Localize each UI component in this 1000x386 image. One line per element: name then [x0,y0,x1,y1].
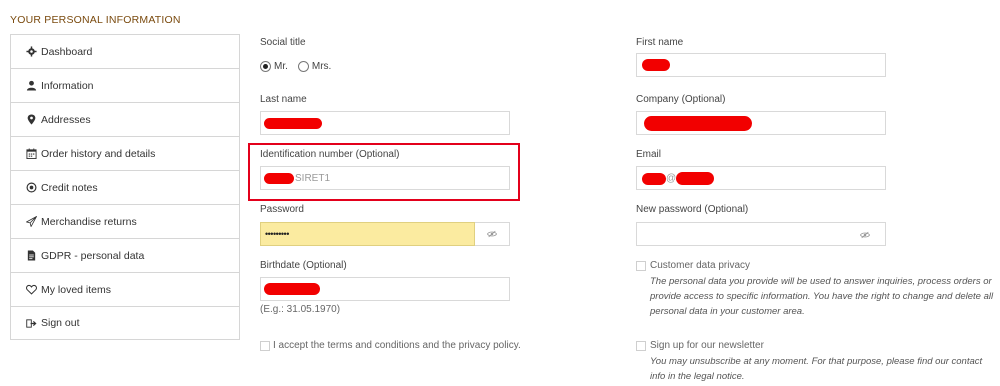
newsletter-checkbox[interactable] [636,341,646,351]
email-label: Email [636,149,662,160]
password-input[interactable]: ••••••••• [260,222,475,246]
redaction-mark [264,283,320,295]
radio-mrs[interactable] [297,61,309,72]
redaction-mark [676,172,714,185]
show-new-password-button[interactable] [859,230,871,242]
show-password-button[interactable] [475,222,510,246]
sidebar-item-order-history[interactable]: Order history and details [10,136,240,170]
customer-privacy-text: The personal data you provide will be us… [650,276,994,317]
password-label: Password [260,204,304,215]
birthdate-label: Birthdate (Optional) [260,260,347,271]
radio-mr-label: Mr. [274,61,288,72]
social-title-radio-group: Mr. Mrs. [260,61,331,72]
new-password-label: New password (Optional) [636,204,749,215]
heart-icon [25,284,37,296]
customer-privacy-label: Customer data privacy [650,260,751,271]
first-name-input[interactable] [636,53,886,77]
newsletter-text: You may unsubscribe at any moment. For t… [650,356,983,382]
sidebar-item-gdpr[interactable]: GDPR - personal data [10,238,240,272]
sidebar-item-label: My loved items [41,283,112,296]
sidebar-item-label: Credit notes [41,181,98,194]
user-icon [25,80,37,92]
social-title-label: Social title [260,37,306,48]
redaction-mark [264,118,322,129]
sidebar-item-loved-items[interactable]: My loved items [10,272,240,306]
radio-mr[interactable] [260,61,271,72]
sidebar-item-label: Merchandise returns [41,215,137,228]
radio-mrs-label: Mrs. [311,61,332,72]
redaction-mark [642,59,670,71]
page-title: YOUR PERSONAL INFORMATION [10,14,181,26]
sign-out-icon [25,317,37,329]
eye-slash-icon [487,230,497,238]
highlight-box [248,143,520,201]
terms-checkbox[interactable] [260,341,270,351]
calendar-icon [25,148,37,160]
sidebar-item-label: Information [41,79,94,92]
email-visible-value: @ [666,173,677,184]
sidebar-item-label: Dashboard [41,45,93,58]
sidebar-item-label: Order history and details [41,147,156,160]
terms-label: I accept the terms and conditions and th… [273,340,521,351]
first-name-label: First name [636,37,684,48]
gear-icon [25,46,37,58]
sidebar-item-credit-notes[interactable]: Credit notes [10,170,240,204]
eye-slash-icon [859,231,871,239]
sidebar-item-sign-out[interactable]: Sign out [10,306,240,340]
redaction-mark [642,173,666,185]
sidebar-item-merchandise-returns[interactable]: Merchandise returns [10,204,240,238]
birthdate-hint: (E.g.: 31.05.1970) [260,304,341,315]
circle-dot-icon [25,182,37,194]
company-label: Company (Optional) [636,94,726,105]
customer-privacy-checkbox[interactable] [636,261,646,271]
sidebar-item-information[interactable]: Information [10,68,240,102]
sidebar-item-label: Sign out [41,317,80,329]
redaction-mark [644,116,752,131]
newsletter-label: Sign up for our newsletter [650,340,764,351]
last-name-label: Last name [260,94,307,105]
sidebar-item-label: Addresses [41,113,91,126]
sidebar-item-addresses[interactable]: Addresses [10,102,240,136]
sidebar-item-dashboard[interactable]: Dashboard [10,34,240,68]
send-icon [25,216,37,228]
sidebar-item-label: GDPR - personal data [41,249,145,262]
map-pin-icon [25,114,37,126]
account-sidebar: Dashboard Information Addresses Order hi… [10,34,240,340]
document-icon [25,250,37,262]
new-password-input[interactable] [636,222,886,246]
